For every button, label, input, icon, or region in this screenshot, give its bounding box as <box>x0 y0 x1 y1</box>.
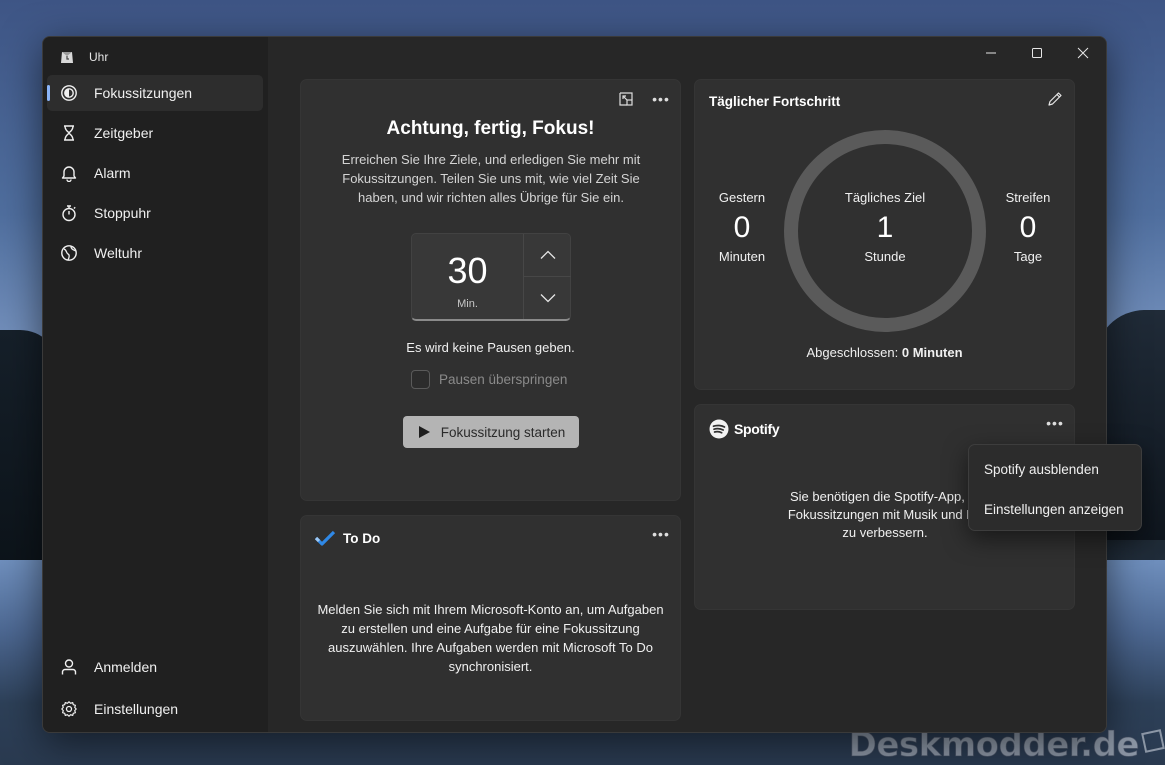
stopwatch-icon <box>62 205 76 222</box>
sidebar-item-anmelden[interactable]: Anmelden <box>47 649 263 685</box>
completed-value: 0 Minuten <box>901 345 963 360</box>
stat-value: 0 <box>733 211 751 244</box>
person-icon <box>61 659 77 675</box>
gear-icon <box>61 701 77 717</box>
todo-more-button[interactable]: ••• <box>647 522 675 546</box>
sidebar-item-label: Alarm <box>94 165 131 181</box>
completed-summary: Abgeschlossen: 0 Minuten <box>695 345 1074 360</box>
decrease-duration-button[interactable] <box>524 277 571 319</box>
main-content: ••• Achtung, fertig, Fokus! Erreichen Si… <box>268 37 1106 732</box>
sidebar-nav: Fokussitzungen Zeitgeber Alarm Stoppuhr … <box>47 75 263 275</box>
stat-unit: Minuten <box>718 249 766 264</box>
todo-title: To Do <box>343 530 381 546</box>
duration-unit: Min. <box>457 298 478 310</box>
app-title: Uhr <box>89 50 109 64</box>
more-icon: ••• <box>652 91 670 107</box>
skip-breaks-checkbox[interactable] <box>411 370 430 389</box>
stat-yesterday: Gestern 0 Minuten <box>687 190 797 264</box>
minimize-button[interactable] <box>968 37 1014 69</box>
close-icon <box>1077 47 1089 59</box>
sidebar-item-zeitgeber[interactable]: Zeitgeber <box>47 115 263 151</box>
menu-item-hide-spotify[interactable]: Spotify ausblenden <box>969 449 1141 489</box>
maximize-button[interactable] <box>1014 37 1060 69</box>
stat-daily-goal: Tägliches Ziel 1 Stunde <box>830 190 940 264</box>
focus-description: Erreichen Sie Ihre Ziele, und erledigen … <box>341 152 641 205</box>
focus-title: Achtung, fertig, Fokus! <box>386 118 595 139</box>
menu-item-show-settings[interactable]: Einstellungen anzeigen <box>969 489 1141 529</box>
start-focus-label: Fokussitzung starten <box>440 424 566 440</box>
sidebar-item-alarm[interactable]: Alarm <box>47 155 263 191</box>
sidebar-bottom-nav: Anmelden Einstellungen <box>47 649 263 732</box>
play-icon <box>418 426 430 438</box>
todo-header: To Do <box>315 530 380 546</box>
spotify-more-button[interactable]: ••• <box>1041 411 1069 435</box>
sidebar-item-label: Weltuhr <box>94 245 142 261</box>
minimize-icon <box>986 52 996 54</box>
app-titlebar: Uhr <box>59 47 108 67</box>
window-caption-buttons <box>968 37 1106 69</box>
bell-icon <box>61 166 77 182</box>
todo-check-icon <box>315 530 335 546</box>
stat-value: 1 <box>876 211 894 244</box>
sidebar-item-label: Anmelden <box>94 659 158 675</box>
spotify-wordmark: Spotify <box>734 421 780 437</box>
progress-title: Täglicher Fortschritt <box>709 94 841 109</box>
stat-label: Streifen <box>1005 190 1051 205</box>
completed-label: Abgeschlossen: <box>806 345 899 360</box>
spotify-header: Spotify <box>709 419 780 439</box>
watermark-icon <box>1141 729 1165 753</box>
sidebar-item-einstellungen[interactable]: Einstellungen <box>47 691 263 727</box>
start-focus-button[interactable]: Fokussitzung starten <box>403 416 579 448</box>
maximize-icon <box>1032 48 1042 58</box>
sidebar: Uhr Fokussitzungen Zeitgeber Alarm Stopp… <box>43 37 268 732</box>
duration-value[interactable]: 30 <box>412 250 523 292</box>
sidebar-item-weltuhr[interactable]: Weltuhr <box>47 235 263 271</box>
more-icon: ••• <box>1046 415 1064 431</box>
focus-icon <box>61 85 77 101</box>
compact-overlay-icon <box>619 92 633 106</box>
focus-session-card: ••• Achtung, fertig, Fokus! Erreichen Si… <box>300 79 681 501</box>
daily-progress-card: Täglicher Fortschritt Gestern 0 Minuten … <box>694 79 1075 390</box>
clock-app-icon <box>61 52 73 63</box>
focus-more-button[interactable]: ••• <box>647 87 675 111</box>
compact-overlay-button[interactable] <box>612 87 640 111</box>
chevron-up-icon <box>540 250 555 259</box>
stat-unit: Stunde <box>864 249 906 264</box>
sidebar-item-stoppuhr[interactable]: Stoppuhr <box>47 195 263 231</box>
close-button[interactable] <box>1060 37 1106 69</box>
sidebar-item-label: Einstellungen <box>94 701 179 717</box>
clock-app-window: Uhr Fokussitzungen Zeitgeber Alarm Stopp… <box>42 36 1107 733</box>
skip-breaks-label: Pausen überspringen <box>439 372 568 387</box>
todo-card: To Do ••• Melden Sie sich mit Ihrem Micr… <box>300 515 681 721</box>
edit-goal-button[interactable] <box>1041 87 1069 111</box>
pause-info: Es wird keine Pausen geben. <box>406 340 575 355</box>
stat-streak: Streifen 0 Tage <box>973 190 1083 264</box>
stat-label: Gestern <box>718 190 766 205</box>
sidebar-item-label: Stoppuhr <box>94 205 151 221</box>
pencil-icon <box>1048 92 1062 106</box>
spotify-context-menu: Spotify ausblenden Einstellungen anzeige… <box>968 444 1142 531</box>
progress-header: Täglicher Fortschritt <box>709 94 840 109</box>
spotify-logo-icon <box>709 419 729 439</box>
todo-message: Melden Sie sich mit Ihrem Microsoft-Kont… <box>317 602 664 674</box>
globe-icon <box>61 245 77 261</box>
more-icon: ••• <box>652 526 670 542</box>
increase-duration-button[interactable] <box>524 234 571 276</box>
hourglass-icon <box>64 125 74 141</box>
duration-stepper[interactable]: 30 Min. <box>411 233 571 321</box>
stat-value: 0 <box>1019 211 1037 244</box>
stat-label: Tägliches Ziel <box>844 190 926 205</box>
stat-unit: Tage <box>1013 249 1043 264</box>
chevron-down-icon <box>540 294 555 303</box>
sidebar-item-fokussitzungen[interactable]: Fokussitzungen <box>47 75 263 111</box>
sidebar-item-label: Fokussitzungen <box>94 85 193 101</box>
sidebar-item-label: Zeitgeber <box>94 125 154 141</box>
skip-breaks-row: Pausen überspringen <box>411 370 567 389</box>
